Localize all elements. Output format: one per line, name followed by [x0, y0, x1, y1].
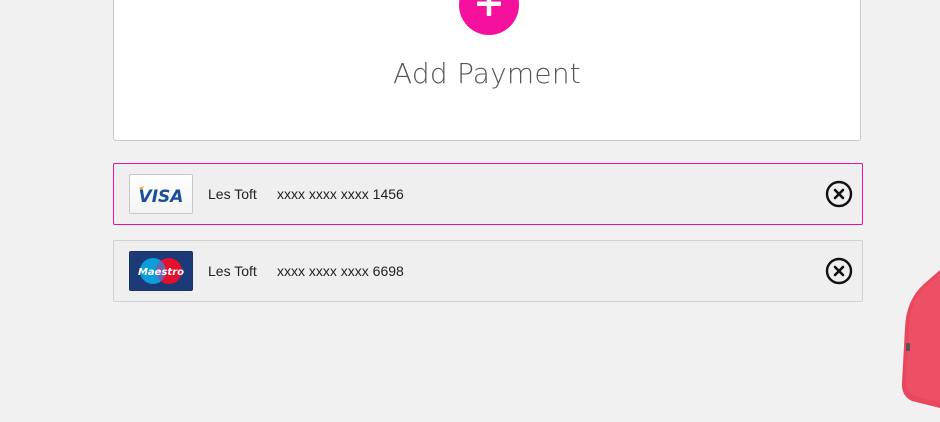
card-holder-name: Les Toft [208, 186, 257, 202]
close-circle-icon [825, 180, 853, 208]
svg-text:VISA: VISA [139, 187, 184, 207]
svg-text:Maestro: Maestro [138, 267, 184, 278]
visa-logo: VISA [129, 174, 193, 214]
add-payment-card[interactable]: Add Payment [113, 0, 861, 141]
add-payment-button[interactable] [459, 0, 519, 35]
card-holder-name: Les Toft [208, 263, 257, 279]
payment-card-row[interactable]: VISA Les Toft xxxx xxxx xxxx 1456 [113, 163, 863, 225]
remove-card-button[interactable] [825, 257, 853, 285]
maestro-logo: Maestro [129, 251, 193, 291]
plus-icon [477, 0, 501, 16]
close-circle-icon [825, 257, 853, 285]
card-number: xxxx xxxx xxxx 6698 [277, 263, 404, 279]
phone-illustration [901, 270, 940, 408]
add-payment-label: Add Payment [393, 57, 581, 90]
payment-card-row[interactable]: Maestro Les Toft xxxx xxxx xxxx 6698 [113, 240, 863, 302]
card-number: xxxx xxxx xxxx 1456 [277, 186, 404, 202]
remove-card-button[interactable] [825, 180, 853, 208]
